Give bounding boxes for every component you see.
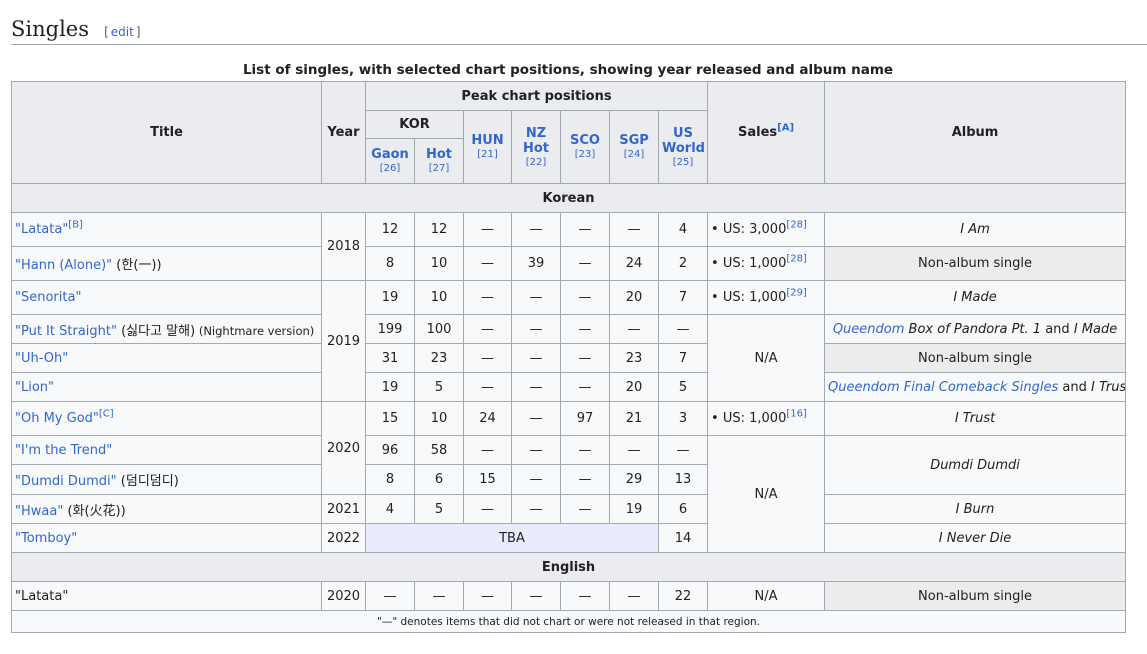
edit-link[interactable]: edit: [109, 25, 136, 39]
header-kor: KOR: [365, 110, 464, 139]
header-sales: Sales[A]: [707, 81, 826, 184]
song-link[interactable]: "Uh-Oh": [15, 351, 68, 366]
section-korean: Korean: [10, 183, 1127, 213]
table-row: "Senorita" 2019 19 10 — — — 20 7 • US: 1…: [11, 280, 1127, 402]
sales-cell: • US: 3,000[28]: [707, 212, 826, 247]
album-cell: Dumdi Dumdi: [824, 435, 1127, 495]
header-album: Album: [824, 81, 1127, 184]
table-row: "Latata" 2020 — — — — — — 22 N/A Non-alb…: [11, 581, 1127, 611]
song-link[interactable]: "Lion": [15, 380, 54, 395]
header-sgp: SGP [24]: [609, 110, 659, 184]
song-link[interactable]: "Dumdi Dumdi": [15, 474, 117, 489]
table-footnote: "—" denotes items that did not chart or …: [10, 610, 1127, 633]
album-cell: Queendom Box of Pandora Pt. 1 and I Made: [824, 314, 1127, 344]
song-link[interactable]: "Latata": [15, 222, 68, 237]
song-link[interactable]: "Tomboy": [15, 531, 77, 546]
album-cell: Non-album single: [824, 343, 1127, 373]
table-row: "Put It Straight" (싫다고 말해) (Nightmare ve…: [11, 314, 1127, 402]
table-row: "Hwaa" (화(火花)) 2021 4 5 — — — 19 6 I Bur…: [11, 494, 1127, 524]
singles-table: Title Year Peak chart positions Sales[A]…: [10, 81, 1127, 633]
table-row: "Uh-Oh" 31 23 — — — 23 7 Non-album singl…: [11, 343, 1127, 373]
song-link[interactable]: "Hwaa": [15, 504, 63, 519]
header-hot: Hot [27]: [414, 138, 464, 184]
album-cell: Queendom Final Comeback Singles and I Tr…: [824, 372, 1127, 402]
tba-cell: TBA: [365, 523, 659, 553]
song-title: "Latata": [11, 581, 322, 611]
album-cell: Non-album single: [824, 581, 1127, 611]
album-link[interactable]: Queendom: [833, 322, 905, 337]
sales-cell: N/A: [707, 435, 826, 553]
sales-cell: N/A: [707, 314, 826, 402]
song-link[interactable]: "Put It Straight": [15, 324, 117, 339]
album-cell: I Burn: [824, 494, 1127, 524]
table-row: "Hann (Alone)" (한(一)) 8 10 — 39 — 24 2 •…: [11, 246, 1127, 281]
album-link[interactable]: Queendom Final Comeback Singles: [828, 380, 1058, 395]
album-cell: I Trust: [824, 401, 1127, 436]
album-cell: I Am: [824, 212, 1127, 247]
section-title: Singles: [11, 17, 89, 41]
header-us: US World [25]: [657, 110, 709, 184]
song-link[interactable]: "Oh My God": [15, 411, 99, 426]
song-link[interactable]: "Hann (Alone)": [15, 258, 112, 273]
table-row: "Oh My God"[C] 2020 15 10 24 — 97 21 3 •…: [11, 401, 1127, 495]
header-title: Title: [11, 81, 322, 184]
header-hun: HUN [21]: [463, 110, 512, 184]
header-sco: SCO [23]: [560, 110, 610, 184]
note-b-link[interactable]: [B]: [68, 220, 83, 231]
table-caption: List of singles, with selected chart pos…: [242, 62, 894, 78]
header-year: Year: [321, 81, 366, 184]
table-row: "I'm the Trend" 96 58 — — — — — N/A Dumd…: [11, 435, 1127, 553]
album-cell: Non-album single: [824, 246, 1127, 281]
sales-cell: • US: 1,000[29]: [707, 280, 826, 315]
song-link[interactable]: "Senorita": [15, 290, 81, 305]
album-cell: I Never Die: [824, 523, 1127, 553]
sales-cell: • US: 1,000[16]: [707, 401, 826, 436]
note-c-link[interactable]: [C]: [99, 409, 114, 420]
table-row: "Tomboy" 2022 TBA 14 I Never Die: [11, 523, 1127, 553]
song-link[interactable]: "I'm the Trend": [15, 443, 112, 458]
sales-cell: • US: 1,000[28]: [707, 246, 826, 281]
table-row: "Latata"[B] 2018 12 12 — — — — 4 • US: 3…: [11, 212, 1127, 281]
header-peak: Peak chart positions: [364, 81, 709, 111]
section-english: English: [10, 552, 1127, 582]
table-row: "Lion" 19 5 — — — 20 5 Queendom Final Co…: [11, 372, 1127, 402]
sales-cell: N/A: [707, 581, 826, 611]
album-cell: I Made: [824, 280, 1127, 315]
header-nz: NZ Hot [22]: [511, 110, 561, 184]
header-gaon: Gaon [26]: [365, 138, 415, 184]
note-a-link[interactable]: [A]: [777, 123, 794, 134]
edit-section: [edit]: [104, 25, 141, 39]
section-heading: Singles [edit]: [11, 14, 1147, 45]
